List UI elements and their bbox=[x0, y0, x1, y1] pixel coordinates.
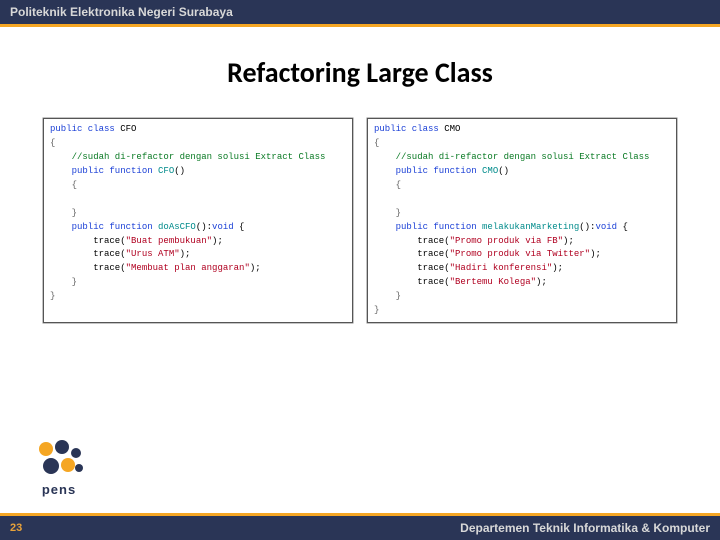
brace: { bbox=[50, 180, 77, 190]
semi: ); bbox=[536, 277, 547, 287]
string: "Promo produk via FB" bbox=[450, 236, 563, 246]
paren: () bbox=[174, 166, 185, 176]
string: "Urus ATM" bbox=[126, 249, 180, 259]
string: "Promo produk via Twitter" bbox=[450, 249, 590, 259]
tail: { bbox=[234, 222, 245, 232]
logo-mark-icon bbox=[35, 440, 83, 480]
code-panel-left: public class CFO { //sudah di-refactor d… bbox=[43, 118, 353, 323]
ret-type: void bbox=[595, 222, 617, 232]
call: trace( bbox=[374, 249, 450, 259]
pens-logo: pens bbox=[24, 440, 94, 510]
string: "Bertemu Kolega" bbox=[450, 277, 536, 287]
call: trace( bbox=[374, 277, 450, 287]
keyword: public class bbox=[50, 124, 115, 134]
footer: 23 Departemen Teknik Informatika & Kompu… bbox=[0, 513, 720, 540]
sig: (): bbox=[196, 222, 212, 232]
brace: { bbox=[374, 180, 401, 190]
semi: ); bbox=[180, 249, 191, 259]
brace: { bbox=[50, 138, 55, 148]
sig: (): bbox=[579, 222, 595, 232]
call: trace( bbox=[374, 263, 450, 273]
footer-bar: 23 Departemen Teknik Informatika & Kompu… bbox=[0, 516, 720, 540]
brace: } bbox=[50, 208, 77, 218]
slide-title: Refactoring Large Class bbox=[0, 55, 720, 90]
call: trace( bbox=[374, 236, 450, 246]
brace: { bbox=[374, 138, 379, 148]
brace: } bbox=[50, 291, 55, 301]
semi: ); bbox=[563, 236, 574, 246]
semi: ); bbox=[590, 249, 601, 259]
brace: } bbox=[374, 291, 401, 301]
header-divider bbox=[0, 24, 720, 27]
semi: ); bbox=[212, 236, 223, 246]
semi: ); bbox=[250, 263, 261, 273]
keyword: public function bbox=[50, 166, 158, 176]
department-name: Departemen Teknik Informatika & Komputer bbox=[460, 521, 710, 535]
string: "Membuat plan anggaran" bbox=[126, 263, 250, 273]
paren: () bbox=[498, 166, 509, 176]
string: "Hadiri konferensi" bbox=[450, 263, 553, 273]
comment: //sudah di-refactor dengan solusi Extrac… bbox=[50, 152, 325, 162]
keyword: public class bbox=[374, 124, 439, 134]
keyword: public function bbox=[374, 222, 482, 232]
fn-name: CFO bbox=[158, 166, 174, 176]
fn-name: melakukanMarketing bbox=[482, 222, 579, 232]
call: trace( bbox=[50, 249, 126, 259]
tail: { bbox=[617, 222, 628, 232]
page-number: 23 bbox=[10, 522, 32, 534]
fn-name: doAsCFO bbox=[158, 222, 196, 232]
fn-name: CMO bbox=[482, 166, 498, 176]
code-row: public class CFO { //sudah di-refactor d… bbox=[0, 118, 720, 323]
header-bar: Politeknik Elektronika Negeri Surabaya bbox=[0, 0, 720, 24]
code-panel-right: public class CMO { //sudah di-refactor d… bbox=[367, 118, 677, 323]
logo-text: pens bbox=[42, 482, 76, 497]
call: trace( bbox=[50, 263, 126, 273]
keyword: public function bbox=[50, 222, 158, 232]
semi: ); bbox=[552, 263, 563, 273]
comment: //sudah di-refactor dengan solusi Extrac… bbox=[374, 152, 649, 162]
call: trace( bbox=[50, 236, 126, 246]
brace: } bbox=[374, 305, 379, 315]
brace: } bbox=[374, 208, 401, 218]
brace: } bbox=[50, 277, 77, 287]
class-name: CMO bbox=[439, 124, 461, 134]
class-name: CFO bbox=[115, 124, 137, 134]
institution-name: Politeknik Elektronika Negeri Surabaya bbox=[10, 5, 233, 19]
string: "Buat pembukuan" bbox=[126, 236, 212, 246]
ret-type: void bbox=[212, 222, 234, 232]
keyword: public function bbox=[374, 166, 482, 176]
